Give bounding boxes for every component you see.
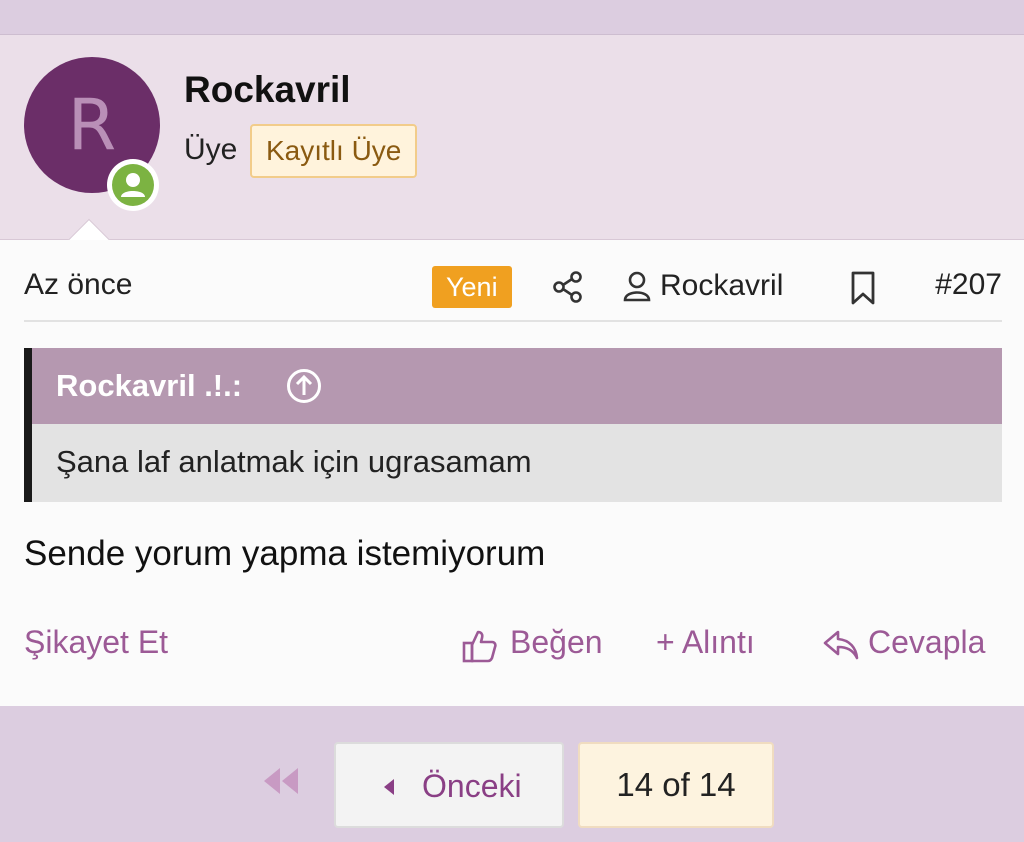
first-page-icon[interactable] [258, 766, 306, 796]
quote-text: Şana laf anlatmak için ugrasamam [56, 444, 532, 479]
thumbs-up-icon [462, 630, 497, 663]
like-label: Beğen [510, 624, 603, 660]
reply-label: Cevapla [868, 624, 986, 660]
post-content: Az önce Yeni Rockavril #207 Rockavril .!… [0, 240, 1024, 706]
user-title: Üye [184, 133, 238, 166]
pagination: Önceki 14 of 14 [0, 706, 1024, 842]
report-label: Şikayet Et [24, 624, 169, 660]
quote-header: Rockavril .!.: [32, 348, 1002, 424]
user-badge: Kayıtlı Üye [250, 124, 418, 178]
post-number[interactable]: #207 [935, 268, 1002, 302]
previous-page-button[interactable]: Önceki [334, 742, 564, 828]
share-icon[interactable] [552, 270, 584, 304]
post-meta: Az önce Yeni Rockavril #207 [24, 240, 1002, 322]
reply-icon [823, 630, 859, 660]
arrow-up-circle-icon[interactable] [286, 368, 322, 404]
new-badge: Yeni [432, 266, 512, 308]
post-message: Sende yorum yapma istemiyorum [24, 534, 546, 573]
user-icon [623, 271, 651, 302]
quote-author[interactable]: Rockavril .!.: [56, 368, 242, 404]
caret-left-icon [384, 779, 394, 795]
online-status-icon [107, 159, 159, 211]
quote-block: Rockavril .!.: Şana laf anlatmak için ug… [24, 348, 1002, 502]
post-actions: Şikayet Et Beğen + Alıntı Cevapla [0, 622, 1024, 672]
quote-label: + Alıntı [656, 624, 755, 660]
post: R Rockavril Üye Kayıtlı Üye Az önce Yeni [0, 34, 1024, 706]
current-page[interactable]: 14 of 14 [578, 742, 774, 828]
previous-page-label: Önceki [422, 768, 522, 804]
username[interactable]: Rockavril [184, 69, 351, 111]
user-block: R Rockavril Üye Kayıtlı Üye [0, 35, 1024, 262]
post-time[interactable]: Az önce [24, 268, 132, 302]
post-author-name: Rockavril [660, 269, 784, 302]
bookmark-icon[interactable] [850, 270, 876, 306]
